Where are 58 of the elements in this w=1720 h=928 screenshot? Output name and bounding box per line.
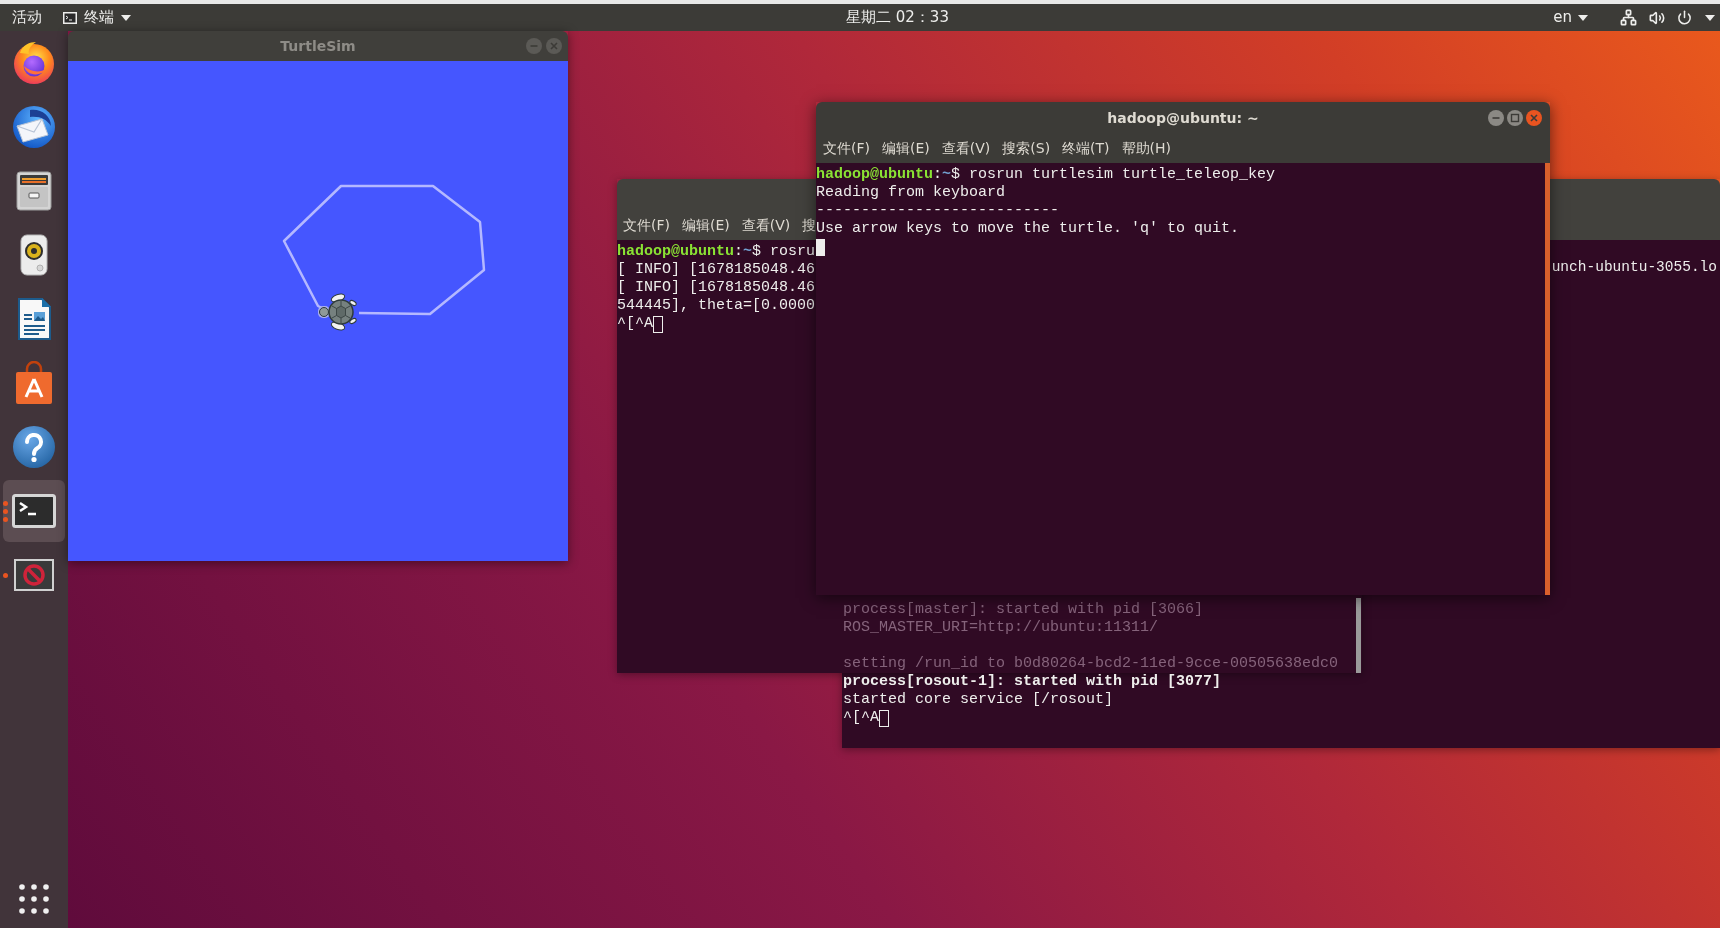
no-entry-icon xyxy=(14,559,54,591)
dock-item[interactable] xyxy=(3,480,65,542)
minimize-icon xyxy=(1488,109,1504,126)
caret-icon xyxy=(121,14,131,21)
minimize-button[interactable] xyxy=(1488,109,1504,126)
maximize-icon xyxy=(1507,109,1523,126)
terminal-line: hadoop@ubuntu:~$ rosru xyxy=(617,243,816,261)
turtle-icon xyxy=(317,292,359,332)
menu-item[interactable]: 编辑(E) xyxy=(882,141,930,155)
terminal-line: [ INFO] [1678185048.46 xyxy=(617,261,816,279)
terminal-line: --------------------------- xyxy=(816,202,1060,220)
power-icon[interactable] xyxy=(1677,10,1692,25)
terminal-line: process[master]: started with pid [3066] xyxy=(843,601,1204,619)
menu-item[interactable]: 搜 xyxy=(802,218,817,232)
minimize-icon xyxy=(526,38,542,54)
scrollbar[interactable] xyxy=(1545,163,1550,595)
menu-item[interactable]: 文件(F) xyxy=(823,141,870,155)
terminal-icon xyxy=(63,11,77,24)
terminal-line: hadoop@ubuntu:~$ rosrun turtlesim turtle_teleop_key xyxy=(816,166,1276,184)
terminal-icon xyxy=(12,494,56,528)
menu-item[interactable]: 帮助(H) xyxy=(1121,141,1172,155)
network-icon[interactable] xyxy=(1620,9,1637,26)
caret-icon xyxy=(1578,14,1588,21)
menu-item[interactable]: 编辑(E) xyxy=(682,218,730,232)
menu-item[interactable]: 查看(V) xyxy=(741,218,791,232)
volume-icon[interactable] xyxy=(1649,9,1665,26)
envelope-globe-icon xyxy=(12,105,56,149)
terminal-line: [ INFO] [1678185048.46 xyxy=(617,279,816,297)
menu-item[interactable]: 文件(F) xyxy=(623,218,670,232)
menu-item[interactable]: 终端(T) xyxy=(1062,141,1110,155)
window-title: TurtleSim xyxy=(280,39,356,53)
terminal-line: Use arrow keys to move the turtle. 'q' to quit. xyxy=(816,220,1240,238)
close-icon xyxy=(546,38,562,54)
clock-button[interactable]: 星期二 02：33 xyxy=(846,10,949,25)
terminal-line: started core service [/rosout] xyxy=(843,691,1114,709)
close-button[interactable] xyxy=(1526,109,1542,126)
app-grid-icon xyxy=(19,884,49,914)
terminal-line: ^[^A xyxy=(843,709,879,727)
activities-button[interactable]: 活动 xyxy=(12,10,42,25)
terminal-line: ^[^A xyxy=(617,315,653,333)
terminal-line: Reading from keyboard xyxy=(816,184,1006,202)
terminal-line: setting /run_id to b0d80264-bcd2-11ed-9cce-00505638edc0 xyxy=(843,655,1339,673)
terminal-line: unch-ubuntu-3055.lo xyxy=(1551,258,1717,276)
menu-item[interactable]: 搜索(S) xyxy=(1002,141,1051,155)
help-icon xyxy=(12,425,56,469)
keyboard-layout-button[interactable]: en xyxy=(1553,10,1588,25)
app-menu-button[interactable]: 终端 xyxy=(63,10,131,25)
scrollbar[interactable] xyxy=(1356,598,1361,673)
window-title: hadoop@ubuntu: ~ xyxy=(1107,110,1259,125)
maximize-button[interactable] xyxy=(1507,109,1523,126)
menu-item[interactable]: 查看(V) xyxy=(941,141,991,155)
caret-icon xyxy=(1705,14,1715,21)
terminal-line: ROS_MASTER_URI=http://ubuntu:11311/ xyxy=(843,619,1159,637)
flame-globe-icon xyxy=(12,41,56,85)
show-applications-button[interactable] xyxy=(19,884,49,914)
terminal-line: process[rosout-1]: started with pid [3077] xyxy=(843,673,1222,691)
terminal-line: 544445], theta=[0.0000 xyxy=(617,297,816,315)
close-icon xyxy=(1526,109,1542,126)
